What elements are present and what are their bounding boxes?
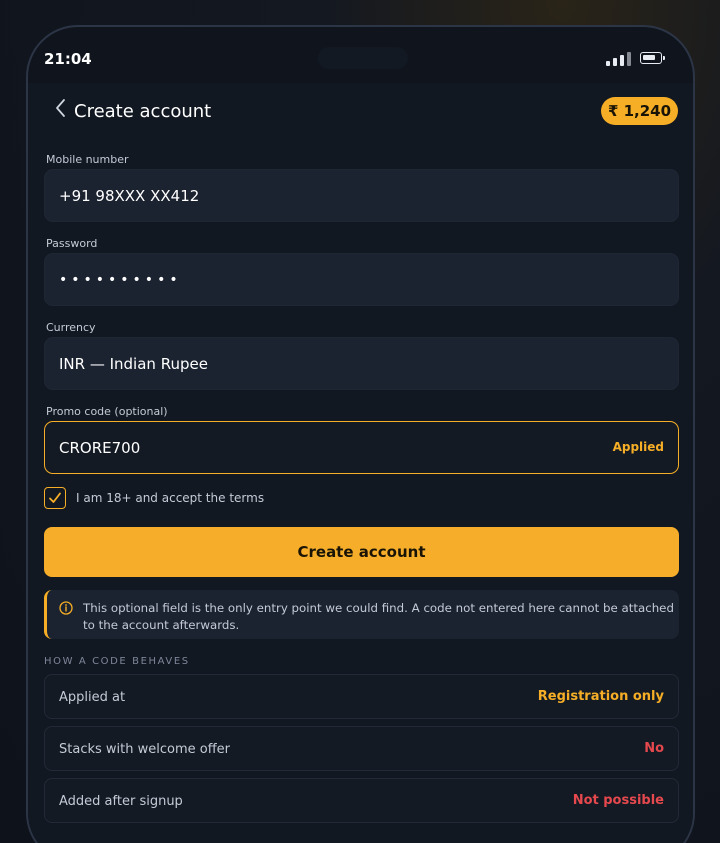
- section-title: HOW A CODE BEHAVES: [44, 656, 190, 667]
- promo-label: Promo code (optional): [46, 405, 168, 418]
- password-label: Password: [46, 237, 98, 250]
- behaviour-row: Added after signup Not possible: [44, 778, 679, 823]
- back-icon[interactable]: [52, 97, 72, 119]
- create-account-button-label: Create account: [297, 543, 426, 561]
- row-label: Stacks with welcome offer: [59, 742, 230, 757]
- create-account-button[interactable]: Create account: [44, 527, 679, 577]
- row-value: Registration only: [537, 689, 664, 704]
- mobile-value: +91 98XXX XX412: [59, 186, 200, 205]
- signal-icon: [606, 52, 631, 66]
- camera-notch: [318, 47, 408, 69]
- balance-badge[interactable]: ₹ 1,240: [601, 97, 678, 125]
- promo-status: Applied: [612, 440, 664, 454]
- behaviour-row: Stacks with welcome offer No: [44, 726, 679, 771]
- password-value: ••••••••••: [59, 271, 182, 288]
- info-notice: This optional field is the only entry po…: [44, 590, 679, 639]
- terms-checkbox[interactable]: [44, 487, 66, 509]
- row-value: No: [644, 741, 664, 756]
- battery-icon: [640, 52, 665, 64]
- status-time: 21:04: [44, 50, 92, 68]
- currency-label: Currency: [46, 321, 96, 334]
- row-label: Applied at: [59, 690, 126, 705]
- promo-code-field[interactable]: CRORE700 Applied: [44, 421, 679, 474]
- promo-value: CRORE700: [59, 438, 141, 457]
- status-bar: 21:04: [28, 27, 693, 85]
- row-label: Added after signup: [59, 794, 183, 809]
- currency-value: INR — Indian Rupee: [59, 354, 208, 373]
- info-icon: [59, 601, 73, 615]
- terms-label: I am 18+ and accept the terms: [76, 491, 265, 505]
- behaviour-row: Applied at Registration only: [44, 674, 679, 719]
- mobile-field[interactable]: +91 98XXX XX412: [44, 169, 679, 222]
- notice-text: This optional field is the only entry po…: [83, 601, 674, 632]
- create-account-screen: Create account ₹ 1,240 Mobile number +91…: [28, 83, 693, 843]
- page-title: Create account: [74, 101, 212, 122]
- password-field[interactable]: ••••••••••: [44, 253, 679, 306]
- phone-frame: 21:04 Create account ₹ 1,240 Mobile numb…: [26, 25, 695, 843]
- row-value: Not possible: [572, 793, 664, 808]
- currency-select[interactable]: INR — Indian Rupee: [44, 337, 679, 390]
- mobile-label: Mobile number: [46, 153, 129, 166]
- checkmark-icon: [49, 492, 61, 503]
- header: Create account ₹ 1,240: [28, 83, 693, 141]
